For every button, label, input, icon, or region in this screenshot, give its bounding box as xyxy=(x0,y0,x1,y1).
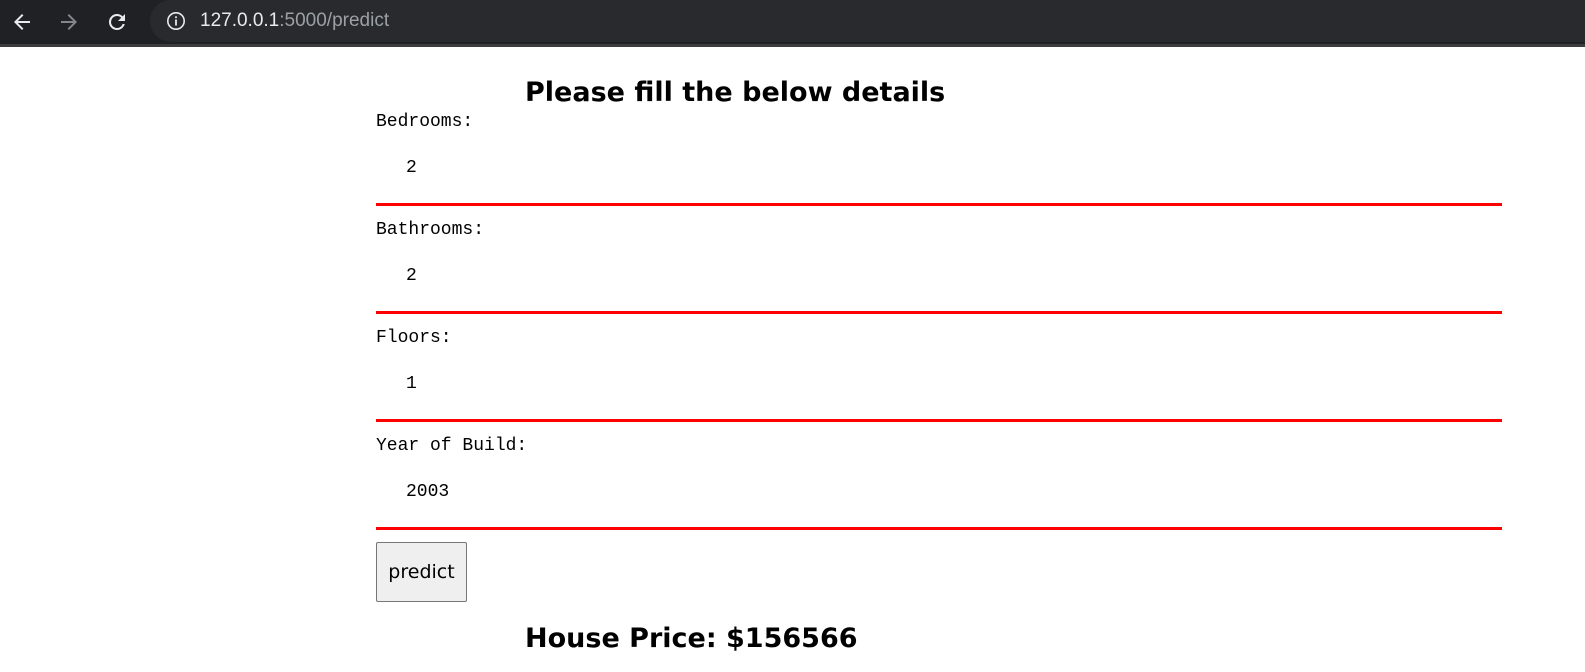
bathrooms-label: Bathrooms: xyxy=(376,220,485,240)
page-heading: Please fill the below details xyxy=(525,77,946,108)
predict-button[interactable]: predict xyxy=(376,542,467,602)
year-of-build-field-group: Year of Build: xyxy=(376,434,1502,542)
floors-label: Floors: xyxy=(376,328,452,348)
reload-button[interactable] xyxy=(101,6,133,38)
forward-arrow-icon xyxy=(61,14,77,30)
address-bar[interactable]: 127.0.0.1:5000/predict xyxy=(150,0,1585,42)
year-of-build-label: Year of Build: xyxy=(376,436,528,456)
bathrooms-input[interactable] xyxy=(376,241,1502,314)
bedrooms-label: Bedrooms: xyxy=(376,112,474,132)
house-price-result: House Price: $156566 xyxy=(525,623,858,654)
forward-button[interactable] xyxy=(53,6,85,38)
url-path: :5000/predict xyxy=(279,10,390,31)
url-text[interactable]: 127.0.0.1:5000/predict xyxy=(200,10,389,32)
back-button[interactable] xyxy=(6,6,38,38)
floors-field-group: Floors: xyxy=(376,326,1502,434)
browser-toolbar: 127.0.0.1:5000/predict xyxy=(0,0,1585,47)
prediction-form: Bedrooms: Bathrooms: Floors: Year of Bui… xyxy=(376,110,1502,542)
floors-input[interactable] xyxy=(376,349,1502,422)
year-of-build-input[interactable] xyxy=(376,457,1502,530)
bedrooms-field-group: Bedrooms: xyxy=(376,110,1502,218)
info-icon[interactable] xyxy=(166,11,186,31)
reload-icon xyxy=(108,13,125,30)
bedrooms-input[interactable] xyxy=(376,133,1502,206)
url-host: 127.0.0.1 xyxy=(200,10,280,31)
bathrooms-field-group: Bathrooms: xyxy=(376,218,1502,326)
back-arrow-icon xyxy=(14,14,30,30)
